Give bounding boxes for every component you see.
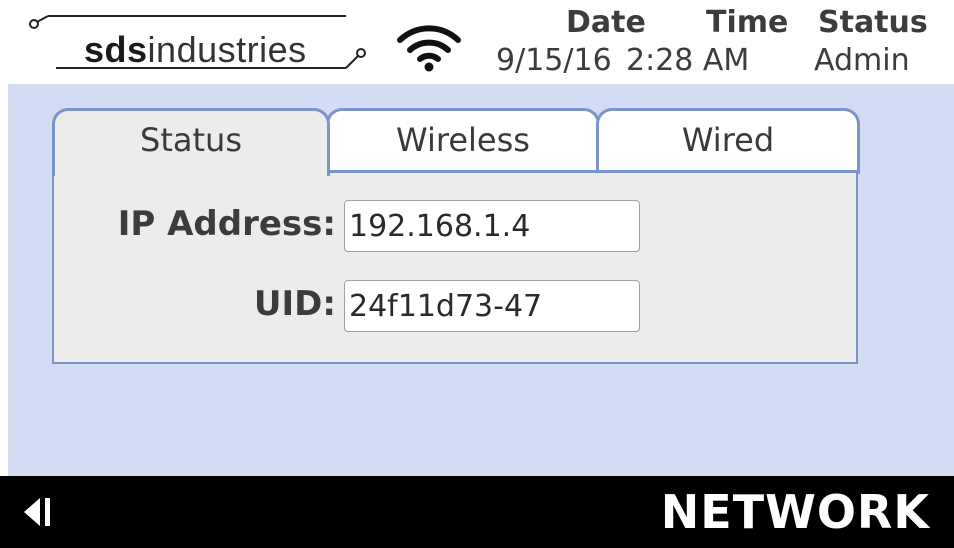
logo-text-light: industries bbox=[147, 29, 307, 70]
ip-address-label: IP Address: bbox=[117, 204, 336, 244]
top-bar: sdsindustries Date Time Status 9/15/16 2… bbox=[0, 0, 954, 84]
date-value: 9/15/16 bbox=[496, 43, 612, 78]
date-label: Date bbox=[566, 5, 646, 40]
status-panel: IP Address: UID: bbox=[52, 172, 858, 364]
back-arrow-icon[interactable] bbox=[20, 494, 60, 530]
time-label: Time bbox=[706, 5, 789, 40]
time-value: 2:28 AM bbox=[626, 43, 750, 78]
bottom-bar: NETWORK bbox=[0, 476, 954, 548]
tab-status[interactable]: Status bbox=[52, 108, 330, 176]
wifi-icon bbox=[397, 25, 461, 72]
status-value: Admin bbox=[814, 43, 910, 78]
status-label: Status bbox=[818, 5, 928, 40]
tab-wireless[interactable]: Wireless bbox=[326, 108, 600, 174]
ip-address-field[interactable] bbox=[344, 200, 640, 252]
sds-industries-logo: sdsindustries bbox=[26, 12, 386, 78]
tab-wired[interactable]: Wired bbox=[596, 108, 860, 174]
content-area: Status Wireless Wired IP Address: UID: bbox=[8, 84, 954, 476]
uid-field[interactable] bbox=[344, 280, 640, 332]
uid-label: UID: bbox=[253, 284, 336, 324]
logo-text-bold: sds bbox=[84, 29, 148, 70]
screen-title: NETWORK bbox=[660, 485, 930, 539]
